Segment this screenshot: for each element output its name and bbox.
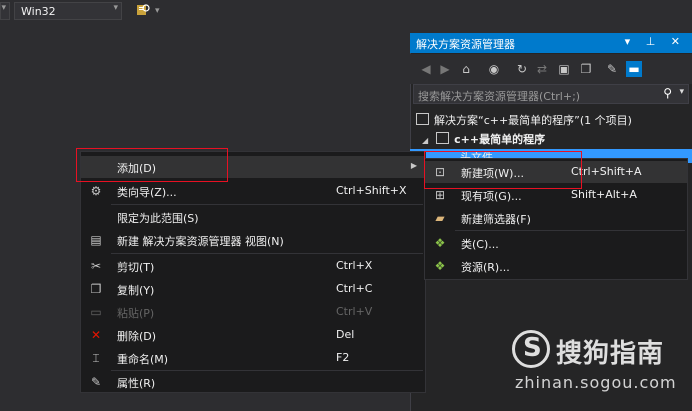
submenu-item-class[interactable]: ❖ 类(C)...	[425, 232, 687, 254]
menu-item-rename[interactable]: ⌶ 重命名(M) F2	[81, 347, 425, 369]
collapse-all-icon[interactable]: ▣	[556, 61, 572, 77]
menu-separator	[111, 253, 423, 254]
show-all-files-icon[interactable]: ❐	[578, 61, 594, 77]
titlebar-buttons[interactable]: ▾ ⊥ ✕	[625, 35, 686, 48]
chevron-down-icon[interactable]: ▾	[679, 87, 684, 97]
menu-item-shortcut: Ctrl+V	[336, 305, 373, 318]
submenu-item-label: 现有项(G)...	[461, 190, 522, 203]
submenu-item-resource[interactable]: ❖ 资源(R)...	[425, 255, 687, 277]
chevron-down-icon: ▾	[1, 3, 6, 13]
watermark-url: zhinan.sogou.com	[515, 373, 677, 392]
submenu-item-label: 资源(R)...	[461, 261, 510, 274]
menu-item-label: 新建 解决方案资源管理器 视图(N)	[117, 235, 284, 248]
sogou-logo: S	[512, 330, 550, 368]
new-view-icon: ▤	[90, 233, 102, 247]
preview-icon[interactable]: ▬	[626, 61, 642, 77]
menu-item-paste[interactable]: ▭ 粘贴(P) Ctrl+V	[81, 301, 425, 323]
menu-item-shortcut: Del	[336, 328, 355, 341]
menu-item-label: 重命名(M)	[117, 353, 169, 366]
back-icon[interactable]: ◀	[418, 61, 434, 77]
forward-icon[interactable]: ▶	[437, 61, 453, 77]
paste-icon: ▭	[90, 305, 102, 319]
solution-icon	[416, 113, 429, 125]
submenu-item-label: 类(C)...	[461, 238, 499, 251]
menu-item-scope[interactable]: 限定为此范围(S)	[81, 206, 425, 228]
menu-item-label: 限定为此范围(S)	[117, 212, 199, 225]
context-menu: 添加(D) ▶ ⚙ 类向导(Z)... Ctrl+Shift+X 限定为此范围(…	[80, 151, 426, 393]
sync-icon[interactable]: ⇄	[534, 61, 550, 77]
submenu-arrow-icon: ▶	[410, 161, 417, 170]
toolbar-find-icon[interactable]	[136, 3, 150, 17]
toolbar-overflow-icon[interactable]: ▾	[155, 6, 160, 16]
tree-item-project-label: c++最简单的程序	[454, 133, 546, 146]
menu-item-shortcut: Ctrl+C	[336, 282, 373, 295]
tree-item-solution[interactable]: 解决方案“c++最简单的程序”(1 个项目)	[416, 112, 632, 128]
tree-item-project[interactable]: ◢ c++最简单的程序	[422, 131, 545, 147]
history-icon[interactable]: ↻	[514, 61, 530, 77]
menu-item-delete[interactable]: ✕ 删除(D) Del	[81, 324, 425, 346]
existing-item-icon: ⊞	[434, 188, 446, 202]
annotation-box-add	[76, 148, 228, 182]
copy-icon: ❐	[90, 282, 102, 296]
class-icon: ❖	[434, 236, 446, 250]
menu-item-shortcut: Ctrl+Shift+X	[336, 184, 407, 197]
tree-item-solution-label: 解决方案“c++最简单的程序”(1 个项目)	[434, 114, 632, 127]
platform-combo[interactable]: Win32 ▾	[14, 2, 122, 20]
home-icon[interactable]: ⌂	[458, 61, 474, 77]
toolbar-dropdown-left[interactable]: ▾	[0, 2, 10, 20]
search-placeholder: 搜索解决方案资源管理器(Ctrl+;)	[418, 90, 581, 103]
watermark-brand: 搜狗指南	[556, 339, 665, 369]
wrench-icon[interactable]: ✎	[604, 61, 620, 77]
menu-item-new-view[interactable]: ▤ 新建 解决方案资源管理器 视图(N)	[81, 229, 425, 251]
annotation-box-new-item	[424, 151, 582, 189]
resource-icon: ❖	[434, 259, 446, 273]
properties-icon: ✎	[90, 375, 102, 389]
menu-separator	[111, 204, 423, 205]
menu-separator	[455, 230, 685, 231]
chevron-down-icon: ▾	[113, 3, 118, 13]
folder-icon: ▰	[435, 211, 445, 225]
menu-item-properties[interactable]: ✎ 属性(R)	[81, 371, 425, 393]
solution-explorer-titlebar: 解决方案资源管理器 ▾ ⊥ ✕	[410, 33, 692, 53]
menu-item-cut[interactable]: ✂ 剪切(T) Ctrl+X	[81, 255, 425, 277]
solution-explorer-toolbar: ◀ ▶ ⌂ ◉ ↻ ⇄ ▣ ❐ ✎ ▬	[410, 54, 692, 84]
project-icon	[436, 132, 450, 144]
menu-item-label: 粘贴(P)	[117, 307, 155, 320]
class-wizard-icon: ⚙	[90, 184, 102, 198]
solution-explorer-title: 解决方案资源管理器	[416, 38, 515, 51]
menu-item-class-wizard[interactable]: ⚙ 类向导(Z)... Ctrl+Shift+X	[81, 180, 425, 202]
submenu-item-new-filter[interactable]: ▰ 新建筛选器(F)	[425, 207, 687, 229]
menu-item-copy[interactable]: ❐ 复制(Y) Ctrl+C	[81, 278, 425, 300]
expand-arrow-icon[interactable]: ◢	[422, 136, 428, 145]
solution-search-input[interactable]: 搜索解决方案资源管理器(Ctrl+;) ⚲ ▾	[413, 84, 689, 104]
menu-item-label: 剪切(T)	[117, 261, 155, 274]
rename-icon: ⌶	[92, 351, 100, 365]
menu-item-label: 删除(D)	[117, 330, 157, 343]
cut-icon: ✂	[90, 259, 102, 273]
submenu-item-label: 新建筛选器(F)	[461, 213, 531, 226]
menu-item-shortcut: Ctrl+X	[336, 259, 373, 272]
menu-item-label: 属性(R)	[117, 377, 156, 390]
menu-item-label: 复制(Y)	[117, 284, 155, 297]
platform-value: Win32	[21, 5, 56, 18]
menu-item-shortcut: F2	[336, 351, 350, 364]
submenu-item-shortcut: Shift+Alt+A	[571, 188, 637, 201]
menu-item-label: 类向导(Z)...	[117, 186, 177, 199]
search-icon[interactable]: ⚲	[663, 86, 672, 100]
delete-icon: ✕	[90, 328, 102, 342]
web-icon[interactable]: ◉	[486, 61, 502, 77]
